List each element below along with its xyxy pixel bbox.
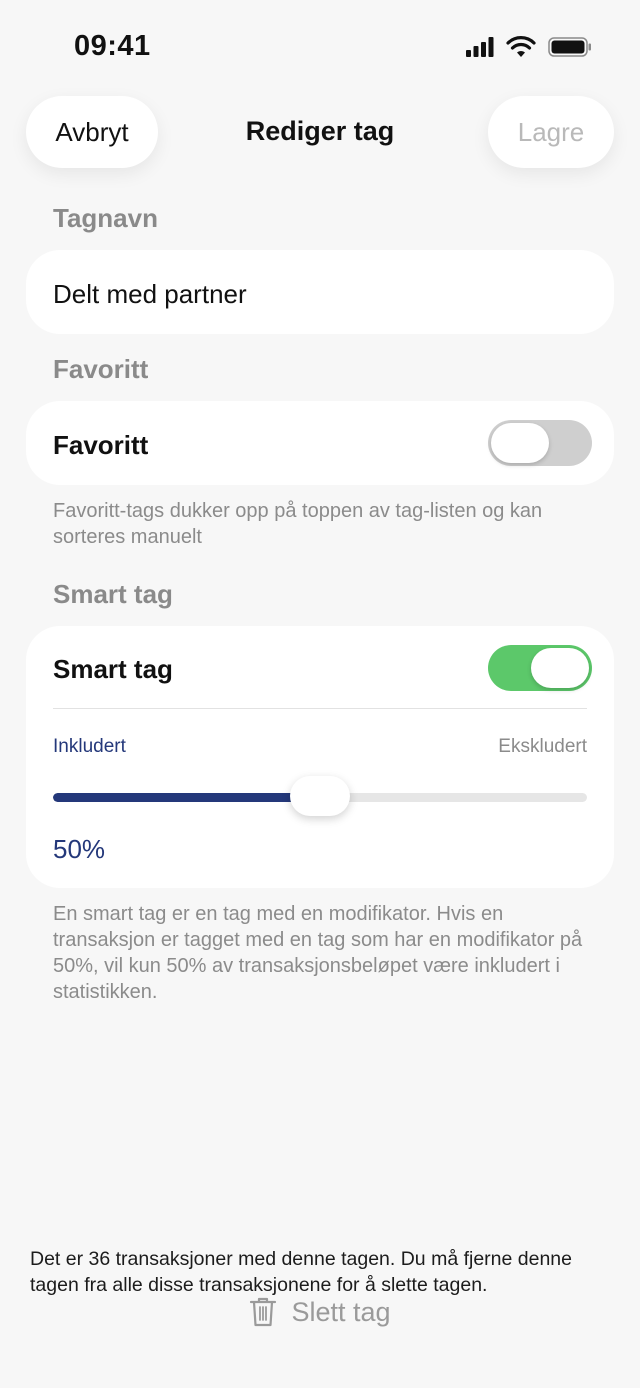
tag-name-value[interactable]: Delt med partner <box>53 279 247 310</box>
favorite-toggle[interactable] <box>488 420 592 466</box>
smart-tag-card: Smart tag Inkludert Ekskludert 50% <box>26 626 614 888</box>
favorite-row-label: Favoritt <box>53 430 149 460</box>
smart-tag-toggle[interactable] <box>488 645 592 691</box>
status-icons <box>466 36 592 58</box>
favorite-toggle-knob <box>491 423 549 463</box>
slider-max-label: Ekskludert <box>498 736 587 757</box>
delete-info-note: Det er 36 transaksjoner med denne tagen.… <box>30 1248 573 1296</box>
edit-tag-screen: 09:41 Avbryt Rediger tag Lagre Tagnavn D… <box>0 0 640 1388</box>
battery-icon <box>548 37 591 57</box>
smart-tag-divider <box>53 708 587 709</box>
save-button[interactable]: Lagre <box>488 96 614 168</box>
smart-tag-section-label: Smart tag <box>53 579 173 609</box>
trash-icon <box>250 1297 277 1327</box>
smart-tag-row-label: Smart tag <box>53 654 173 684</box>
status-time: 09:41 <box>74 30 151 62</box>
favorite-section-label: Favoritt <box>53 354 149 384</box>
smart-tag-note: En smart tag er en tag med en modifikato… <box>53 903 583 1003</box>
smart-tag-toggle-knob <box>531 648 589 688</box>
modifier-slider-thumb[interactable] <box>290 776 350 816</box>
cellular-signal-icon <box>466 37 494 57</box>
favorite-row: Favoritt <box>26 401 614 485</box>
modifier-slider-fill <box>53 793 320 802</box>
delete-tag-button[interactable]: Slett tag <box>0 1296 640 1328</box>
tag-name-section-label: Tagnavn <box>53 203 158 233</box>
tag-name-field[interactable]: Delt med partner <box>26 250 614 334</box>
favorite-note: Favoritt-tags dukker opp på toppen av ta… <box>53 500 543 548</box>
slider-min-label: Inkludert <box>53 736 126 757</box>
wifi-icon <box>506 36 536 57</box>
delete-tag-label[interactable]: Slett tag <box>291 1297 390 1328</box>
modifier-value: 50% <box>53 834 106 864</box>
